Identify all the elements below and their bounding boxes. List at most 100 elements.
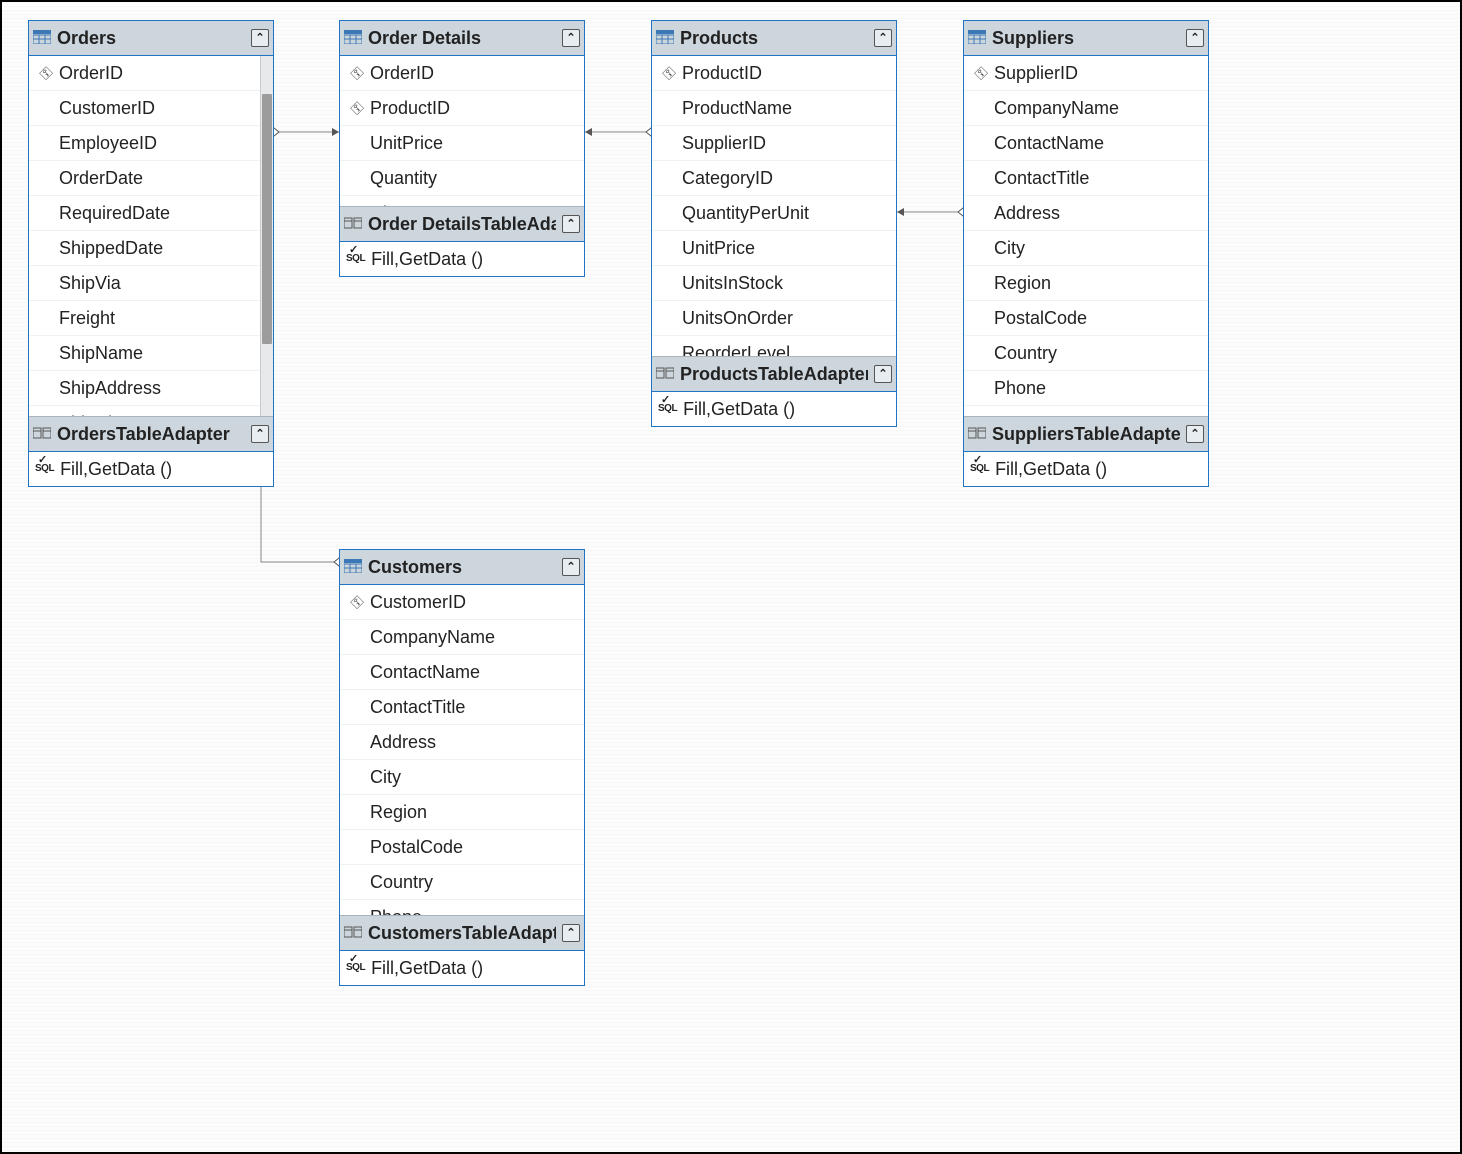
field-row[interactable]: Discount: [340, 196, 584, 206]
field-row[interactable]: SupplierID: [652, 126, 896, 161]
field-row[interactable]: ⚿ CustomerID: [340, 585, 584, 620]
field-row[interactable]: EmployeeID: [29, 126, 273, 161]
table-adapter-header[interactable]: OrdersTableAdapter ⌃: [29, 416, 273, 452]
field-row[interactable]: UnitPrice: [340, 126, 584, 161]
field-name: EmployeeID: [59, 133, 157, 154]
field-row[interactable]: Address: [964, 196, 1208, 231]
field-name: SupplierID: [994, 63, 1078, 84]
field-list: ⚿ SupplierID CompanyName ContactName Con…: [964, 56, 1208, 416]
collapse-icon[interactable]: ⌃: [1186, 425, 1204, 443]
field-name: Address: [370, 732, 436, 753]
field-row[interactable]: City: [340, 760, 584, 795]
field-row[interactable]: ShippedDate: [29, 231, 273, 266]
field-row[interactable]: UnitsInStock: [652, 266, 896, 301]
field-row[interactable]: UnitsOnOrder: [652, 301, 896, 336]
collapse-icon[interactable]: ⌃: [874, 29, 892, 47]
field-row[interactable]: ShipAddress: [29, 371, 273, 406]
field-row[interactable]: CategoryID: [652, 161, 896, 196]
field-row[interactable]: Phone: [340, 900, 584, 915]
field-row[interactable]: CompanyName: [340, 620, 584, 655]
field-row[interactable]: CustomerID: [29, 91, 273, 126]
field-name: Region: [994, 273, 1051, 294]
collapse-icon[interactable]: ⌃: [562, 29, 580, 47]
sql-icon: SQL: [346, 963, 365, 973]
table-products[interactable]: Products ⌃ ⚿ ProductID ProductName Suppl…: [651, 20, 897, 427]
collapse-icon[interactable]: ⌃: [251, 29, 269, 47]
dataset-designer-canvas[interactable]: Orders ⌃ ⚿ OrderID CustomerID EmployeeID…: [0, 0, 1462, 1154]
table-orders[interactable]: Orders ⌃ ⚿ OrderID CustomerID EmployeeID…: [28, 20, 274, 487]
table-adapter-header[interactable]: Order DetailsTableAdapter ⌃: [340, 206, 584, 242]
field-row[interactable]: ShipCity: [29, 406, 273, 416]
field-row[interactable]: ⚿ ProductID: [340, 91, 584, 126]
field-row[interactable]: Phone: [964, 371, 1208, 406]
field-name: Quantity: [370, 168, 437, 189]
table-suppliers[interactable]: Suppliers ⌃ ⚿ SupplierID CompanyName Con…: [963, 20, 1209, 487]
table-header[interactable]: Customers ⌃: [340, 550, 584, 585]
field-row[interactable]: ⚿ OrderID: [29, 56, 273, 91]
table-icon: [344, 28, 362, 49]
table-header[interactable]: Orders ⌃: [29, 21, 273, 56]
field-row[interactable]: UnitPrice: [652, 231, 896, 266]
field-row[interactable]: ContactTitle: [964, 161, 1208, 196]
adapter-title: CustomersTableAdapter: [368, 923, 556, 944]
adapter-method-row[interactable]: SQL Fill,GetData (): [340, 242, 584, 276]
adapter-icon: [33, 424, 51, 445]
adapter-method-row[interactable]: SQL Fill,GetData (): [652, 392, 896, 426]
field-row[interactable]: ReorderLevel: [652, 336, 896, 356]
adapter-icon: [968, 424, 986, 445]
table-adapter-header[interactable]: SuppliersTableAdapter ⌃: [964, 416, 1208, 452]
field-name: ContactTitle: [994, 168, 1089, 189]
field-row[interactable]: ContactTitle: [340, 690, 584, 725]
field-row[interactable]: ⚿ ProductID: [652, 56, 896, 91]
adapter-title: ProductsTableAdapter: [680, 364, 868, 385]
table-header[interactable]: Suppliers ⌃: [964, 21, 1208, 56]
field-name: Fax: [994, 413, 1024, 417]
field-row[interactable]: QuantityPerUnit: [652, 196, 896, 231]
primary-key-icon: ⚿: [348, 65, 366, 82]
table-header[interactable]: Order Details ⌃: [340, 21, 584, 56]
field-row[interactable]: RequiredDate: [29, 196, 273, 231]
field-row[interactable]: Freight: [29, 301, 273, 336]
field-row[interactable]: City: [964, 231, 1208, 266]
primary-key-icon: ⚿: [37, 65, 55, 82]
field-row[interactable]: Country: [340, 865, 584, 900]
scrollbar[interactable]: [260, 56, 273, 416]
field-row[interactable]: Country: [964, 336, 1208, 371]
field-row[interactable]: ShipVia: [29, 266, 273, 301]
field-row[interactable]: ShipName: [29, 336, 273, 371]
field-row[interactable]: Quantity: [340, 161, 584, 196]
collapse-icon[interactable]: ⌃: [562, 215, 580, 233]
field-row[interactable]: PostalCode: [964, 301, 1208, 336]
field-row[interactable]: ⚿ SupplierID: [964, 56, 1208, 91]
table-adapter-header[interactable]: CustomersTableAdapter ⌃: [340, 915, 584, 951]
collapse-icon[interactable]: ⌃: [1186, 29, 1204, 47]
collapse-icon[interactable]: ⌃: [251, 425, 269, 443]
table-order-details[interactable]: Order Details ⌃ ⚿ OrderID ⚿ ProductID Un…: [339, 20, 585, 277]
field-row[interactable]: PostalCode: [340, 830, 584, 865]
collapse-icon[interactable]: ⌃: [562, 558, 580, 576]
field-row[interactable]: ContactName: [340, 655, 584, 690]
field-row[interactable]: ⚿ OrderID: [340, 56, 584, 91]
field-row[interactable]: OrderDate: [29, 161, 273, 196]
field-row[interactable]: ProductName: [652, 91, 896, 126]
field-name: City: [994, 238, 1025, 259]
field-name: Discount: [370, 203, 440, 207]
table-header[interactable]: Products ⌃: [652, 21, 896, 56]
collapse-icon[interactable]: ⌃: [562, 924, 580, 942]
adapter-method-row[interactable]: SQL Fill,GetData (): [964, 452, 1208, 486]
field-row[interactable]: CompanyName: [964, 91, 1208, 126]
adapter-method-row[interactable]: SQL Fill,GetData (): [29, 452, 273, 486]
field-list: ⚿ OrderID ⚿ ProductID UnitPrice Quantity…: [340, 56, 584, 206]
scroll-thumb[interactable]: [262, 94, 272, 344]
field-row[interactable]: Region: [964, 266, 1208, 301]
field-name: CompanyName: [370, 627, 495, 648]
table-customers[interactable]: Customers ⌃ ⚿ CustomerID CompanyName Con…: [339, 549, 585, 986]
field-row[interactable]: Region: [340, 795, 584, 830]
collapse-icon[interactable]: ⌃: [874, 365, 892, 383]
field-row[interactable]: Address: [340, 725, 584, 760]
table-adapter-header[interactable]: ProductsTableAdapter ⌃: [652, 356, 896, 392]
field-row[interactable]: ContactName: [964, 126, 1208, 161]
field-list: ⚿ CustomerID CompanyName ContactName Con…: [340, 585, 584, 915]
field-row[interactable]: Fax: [964, 406, 1208, 416]
adapter-method-row[interactable]: SQL Fill,GetData (): [340, 951, 584, 985]
